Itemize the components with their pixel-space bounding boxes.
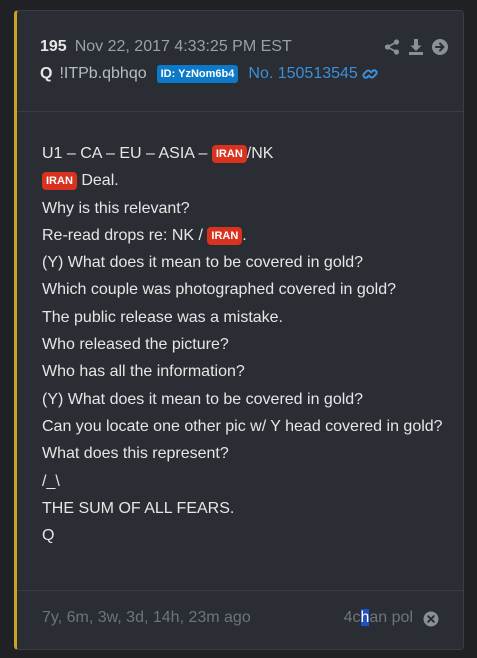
body-line: /_\	[42, 472, 60, 490]
body-line: Re-read drops re: NK / IRAN.	[42, 222, 445, 249]
arrow-circle-right-icon[interactable]	[431, 38, 449, 56]
close-circle-icon[interactable]	[423, 611, 439, 627]
body-line: Q	[42, 527, 55, 545]
body-text: /NK	[246, 145, 274, 162]
post-author-row: Q !ITPb.qbhqo ID: YzNom6b4 No. 150513545	[40, 65, 378, 83]
body-line: Who released the picture?	[42, 336, 229, 354]
post-tripcode: !ITPb.qbhqo	[59, 65, 147, 82]
body-line: What does this represent?	[42, 445, 229, 463]
post-meta-row: 195 Nov 22, 2017 4:33:25 PM EST	[40, 38, 292, 56]
post-card: 195 Nov 22, 2017 4:33:25 PM EST Q !ITPb.q…	[14, 10, 464, 650]
body-line: Can you locate one other pic w/ Y head c…	[42, 417, 443, 435]
post-link[interactable]: No. 150513545	[248, 65, 357, 83]
body-text: Re-read drops re: NK /	[42, 226, 208, 244]
keyword-tag: IRAN	[207, 226, 243, 245]
post-footer: 7y, 6m, 3w, 3d, 14h, 23m ago 4chan pol	[17, 590, 463, 649]
link-icon[interactable]	[362, 66, 378, 82]
body-line: IRAN Deal.	[42, 167, 445, 194]
body-line: The public release was a mistake.	[42, 308, 283, 326]
post-age: 7y, 6m, 3w, 3d, 14h, 23m ago	[42, 609, 251, 626]
body-line: U1 – CA – EU – ASIA – IRAN/NK	[42, 140, 445, 167]
download-icon[interactable]	[407, 38, 425, 56]
body-line: Which couple was photographed covered in…	[42, 281, 397, 299]
post-timestamp: Nov 22, 2017 4:33:25 PM EST	[74, 38, 292, 55]
body-line: (Y) What does it mean to be covered in g…	[42, 390, 364, 408]
post-author: Q	[40, 65, 53, 82]
body-line: (Y) What does it mean to be covered in g…	[42, 254, 364, 272]
post-actions	[383, 38, 449, 56]
post-body: U1 – CA – EU – ASIA – IRAN/NK IRAN Deal.…	[42, 140, 445, 549]
body-text: Deal.	[76, 172, 119, 190]
source-text: an pol	[369, 609, 413, 626]
post-number: 195	[40, 38, 67, 55]
keyword-tag: IRAN	[211, 145, 247, 163]
body-text: U1 – CA – EU – ASIA –	[42, 145, 212, 162]
share-icon[interactable]	[383, 38, 401, 56]
post-header: 195 Nov 22, 2017 4:33:25 PM EST Q !ITPb.q…	[17, 11, 463, 112]
source-board-link[interactable]: 4chan pol	[344, 609, 413, 627]
source-text: 4c	[343, 609, 361, 626]
body-line: Who has all the information?	[42, 363, 245, 381]
id-badge: ID: YzNom6b4	[156, 65, 239, 83]
body-text: .	[242, 226, 247, 244]
body-line: THE SUM OF ALL FEARS.	[42, 499, 235, 517]
body-line: Why is this relevant?	[42, 199, 190, 217]
keyword-tag: IRAN	[42, 172, 77, 191]
